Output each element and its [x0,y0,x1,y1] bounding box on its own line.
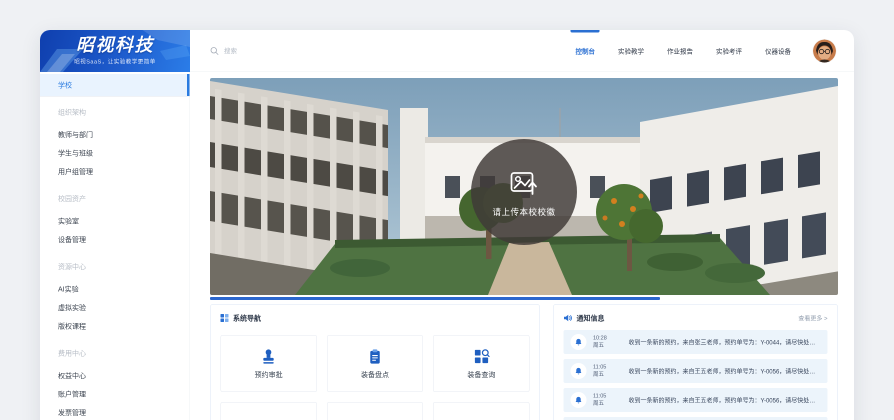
avatar[interactable] [813,39,836,62]
scale-wrapper: 昭视科技 昭视SaaS，让实验教学更简单 控制台 实验教学 作业报告 实验考评 … [0,0,894,420]
sidebar-section-organization: 组织架构 [40,97,190,121]
avatar-image [813,39,836,62]
tab-console[interactable]: 控制台 [575,30,595,72]
brand-title: 昭视科技 [76,36,154,54]
desktop-background: 昭视科技 昭视SaaS，让实验教学更简单 控制台 实验教学 作业报告 实验考评 … [0,0,894,420]
grid-icon [221,314,229,322]
notification-time: 11:05 周五 [593,364,622,379]
bell-badge [571,392,587,408]
card-label: 装备盘点 [361,369,389,379]
main-content: 请上传本校校徽 系统导航 [190,72,854,420]
sidebar-item-teachers-departments[interactable]: 教师与部门 [40,121,190,140]
card-equipment-inventory[interactable]: 装备盘点 [327,335,423,392]
app-window: 昭视科技 昭视SaaS，让实验教学更简单 控制台 实验教学 作业报告 实验考评 … [40,30,854,420]
sidebar-item-equipment-management[interactable]: 设备管理 [40,226,190,245]
sidebar-section-billing-center: 费用中心 [40,331,190,362]
notification-time: 10:28 周五 [593,335,622,350]
card-label: 装备查询 [467,369,495,379]
card-reservation-approval[interactable]: 预约审批 [221,335,317,392]
notification-time: 11:05 周五 [593,393,622,408]
search-icon [210,46,219,55]
bell-badge [571,334,587,350]
sidebar-item-user-groups[interactable]: 用户组管理 [40,158,190,177]
notification-message: 收到一条新的预约，来自王五老师，预约单号为：Y-0056，请尽快处理。 [629,396,821,405]
sidebar-item-ai-experiment[interactable]: AI实验 [40,276,190,295]
notification-item[interactable]: 11:05 周五 收到一条新的预约，来自王五老师，预约单号为：Y-0056，请尽… [564,359,828,383]
quick-nav-cards: 预约审批 装备盘点 [211,329,540,420]
search-input[interactable] [224,47,354,55]
clipboard-icon [366,348,383,365]
sidebar-item-students-classes[interactable]: 学生与班级 [40,140,190,159]
speaker-icon [564,314,573,322]
campus-banner: 请上传本校校徽 [210,78,838,295]
brand-subtitle: 昭视SaaS，让实验教学更简单 [74,58,155,66]
notification-item[interactable]: 10:28 周五 收到一条新的预约，来自张三老师，预约单号为：Y-0044，请尽… [564,330,828,354]
stamp-icon [260,348,277,365]
image-upload-icon [508,167,541,200]
sidebar-item-invoice-management[interactable]: 发票管理 [40,399,190,418]
notification-item[interactable]: 11:05 周五 收到一条新的预约，来自王五老师，预约单号为：Y-0056，请尽… [564,388,828,412]
card-equipment-query[interactable]: 装备查询 [433,335,529,392]
sidebar-item-virtual-experiment[interactable]: 虚拟实验 [40,294,190,313]
card-row2-2[interactable] [327,402,423,420]
bell-icon [575,367,583,375]
upload-badge-label: 请上传本校校徽 [493,205,556,218]
sidebar: 学校 组织架构 教师与部门 学生与班级 用户组管理 校园资产 实验室 设备管理 … [40,72,190,420]
bell-icon [575,396,583,404]
notification-message: 收到一条新的预约，来自张三老师，预约单号为：Y-0044，请尽快处理。 [629,338,821,347]
brand-logo[interactable]: 昭视科技 昭视SaaS，让实验教学更简单 [40,30,190,72]
system-nav-panel: 系统导航 预约审批 [210,304,540,420]
tab-instruments[interactable]: 仪器设备 [765,30,791,72]
system-nav-header: 系统导航 [211,305,540,330]
notifications-title: 通知信息 [577,313,605,323]
bell-icon [575,338,583,346]
card-row2-3[interactable] [433,402,529,420]
sidebar-item-school[interactable]: 学校 [40,74,190,96]
sidebar-section-campus-assets: 校园资产 [40,177,190,208]
tab-experiment-assessment[interactable]: 实验考评 [716,30,742,72]
top-bar: 昭视科技 昭视SaaS，让实验教学更简单 控制台 实验教学 作业报告 实验考评 … [40,30,854,72]
grid-search-icon [473,348,490,365]
panels-row: 系统导航 预约审批 [210,304,838,420]
body-row: 学校 组织架构 教师与部门 学生与班级 用户组管理 校园资产 实验室 设备管理 … [40,72,854,420]
notifications-header: 通知信息 查看更多 > [554,305,838,330]
top-navigation: 控制台 实验教学 作业报告 实验考评 仪器设备 [575,30,791,72]
system-nav-title: 系统导航 [233,313,261,323]
notifications-panel: 通知信息 查看更多 > 10:28 [553,304,838,420]
upload-badge-button[interactable]: 请上传本校校徽 [471,139,577,245]
sidebar-item-licensed-courses[interactable]: 版权课程 [40,313,190,332]
sidebar-section-resource-center: 资源中心 [40,245,190,276]
tab-homework-report[interactable]: 作业报告 [667,30,693,72]
card-label: 预约审批 [255,369,283,379]
bell-badge [571,363,587,379]
notification-message: 收到一条新的预约，来自王五老师，预约单号为：Y-0056，请尽快处理。 [629,367,821,376]
sidebar-item-benefits-center[interactable]: 权益中心 [40,362,190,381]
sidebar-item-laboratory[interactable]: 实验室 [40,208,190,227]
sidebar-item-account-management[interactable]: 账户管理 [40,381,190,400]
tab-experiment-teaching[interactable]: 实验教学 [618,30,644,72]
notification-list: 10:28 周五 收到一条新的预约，来自张三老师，预约单号为：Y-0044，请尽… [554,329,838,420]
banner-progress-indicator [210,297,660,300]
search-box[interactable] [210,46,354,55]
view-more-link[interactable]: 查看更多 > [798,314,827,323]
card-row2-1[interactable] [221,402,317,420]
